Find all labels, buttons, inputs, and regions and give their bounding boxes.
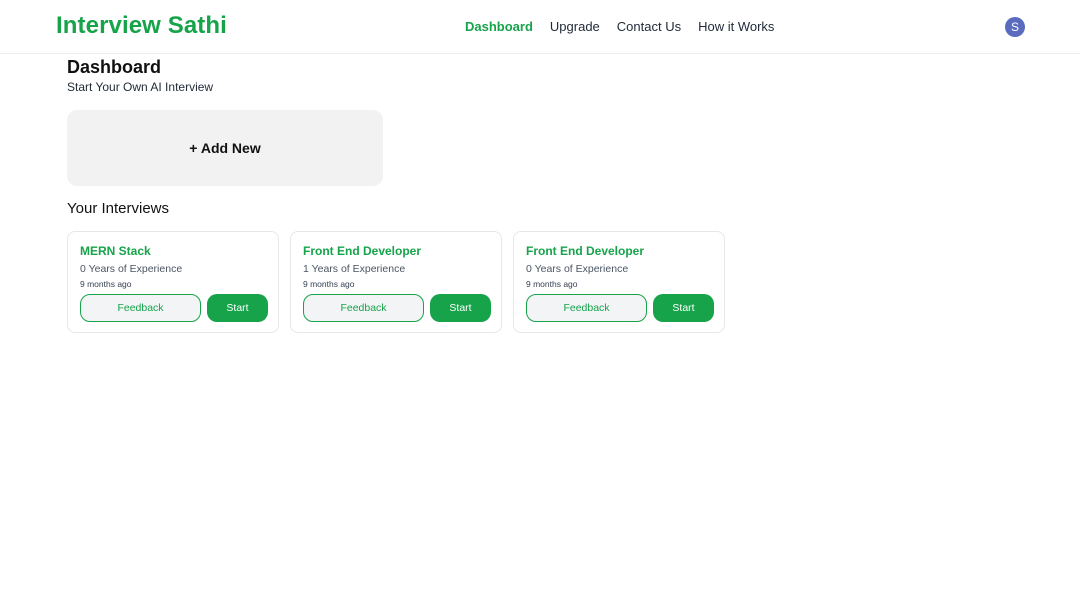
top-navbar: Interview Sathi Dashboard Upgrade Contac… bbox=[0, 0, 1080, 54]
interview-card: MERN Stack 0 Years of Experience 9 month… bbox=[67, 231, 279, 333]
interview-experience: 0 Years of Experience bbox=[526, 263, 629, 275]
nav-how-it-works[interactable]: How it Works bbox=[698, 19, 774, 34]
feedback-button[interactable]: Feedback bbox=[526, 294, 647, 322]
feedback-button[interactable]: Feedback bbox=[80, 294, 201, 322]
start-button[interactable]: Start bbox=[207, 294, 268, 322]
interview-card: Front End Developer 1 Years of Experienc… bbox=[290, 231, 502, 333]
add-new-interview-button[interactable]: + Add New bbox=[67, 110, 383, 186]
nav-upgrade[interactable]: Upgrade bbox=[550, 19, 600, 34]
interview-created-time: 9 months ago bbox=[526, 279, 578, 289]
start-button[interactable]: Start bbox=[430, 294, 491, 322]
app-logo[interactable]: Interview Sathi bbox=[56, 12, 227, 40]
nav-contact-us[interactable]: Contact Us bbox=[617, 19, 681, 34]
start-button[interactable]: Start bbox=[653, 294, 714, 322]
interview-actions: Feedback Start bbox=[80, 294, 268, 322]
page-subtitle: Start Your Own AI Interview bbox=[67, 80, 214, 94]
interview-actions: Feedback Start bbox=[526, 294, 714, 322]
interviews-section-title: Your Interviews bbox=[67, 200, 169, 217]
interview-role: Front End Developer bbox=[526, 244, 645, 258]
feedback-button[interactable]: Feedback bbox=[303, 294, 424, 322]
nav-dashboard[interactable]: Dashboard bbox=[465, 19, 533, 34]
interview-created-time: 9 months ago bbox=[303, 279, 355, 289]
interview-card: Front End Developer 0 Years of Experienc… bbox=[513, 231, 725, 333]
page-title: Dashboard bbox=[67, 57, 162, 77]
interview-created-time: 9 months ago bbox=[80, 279, 132, 289]
interview-role: MERN Stack bbox=[80, 244, 151, 258]
interview-experience: 1 Years of Experience bbox=[303, 263, 406, 275]
main-nav: Dashboard Upgrade Contact Us How it Work… bbox=[465, 19, 774, 34]
interview-list: MERN Stack 0 Years of Experience 9 month… bbox=[67, 231, 725, 333]
add-new-label: + Add New bbox=[189, 140, 261, 156]
interview-actions: Feedback Start bbox=[303, 294, 491, 322]
user-avatar[interactable]: S bbox=[1005, 17, 1025, 37]
interview-experience: 0 Years of Experience bbox=[80, 263, 183, 275]
interview-role: Front End Developer bbox=[303, 244, 422, 258]
